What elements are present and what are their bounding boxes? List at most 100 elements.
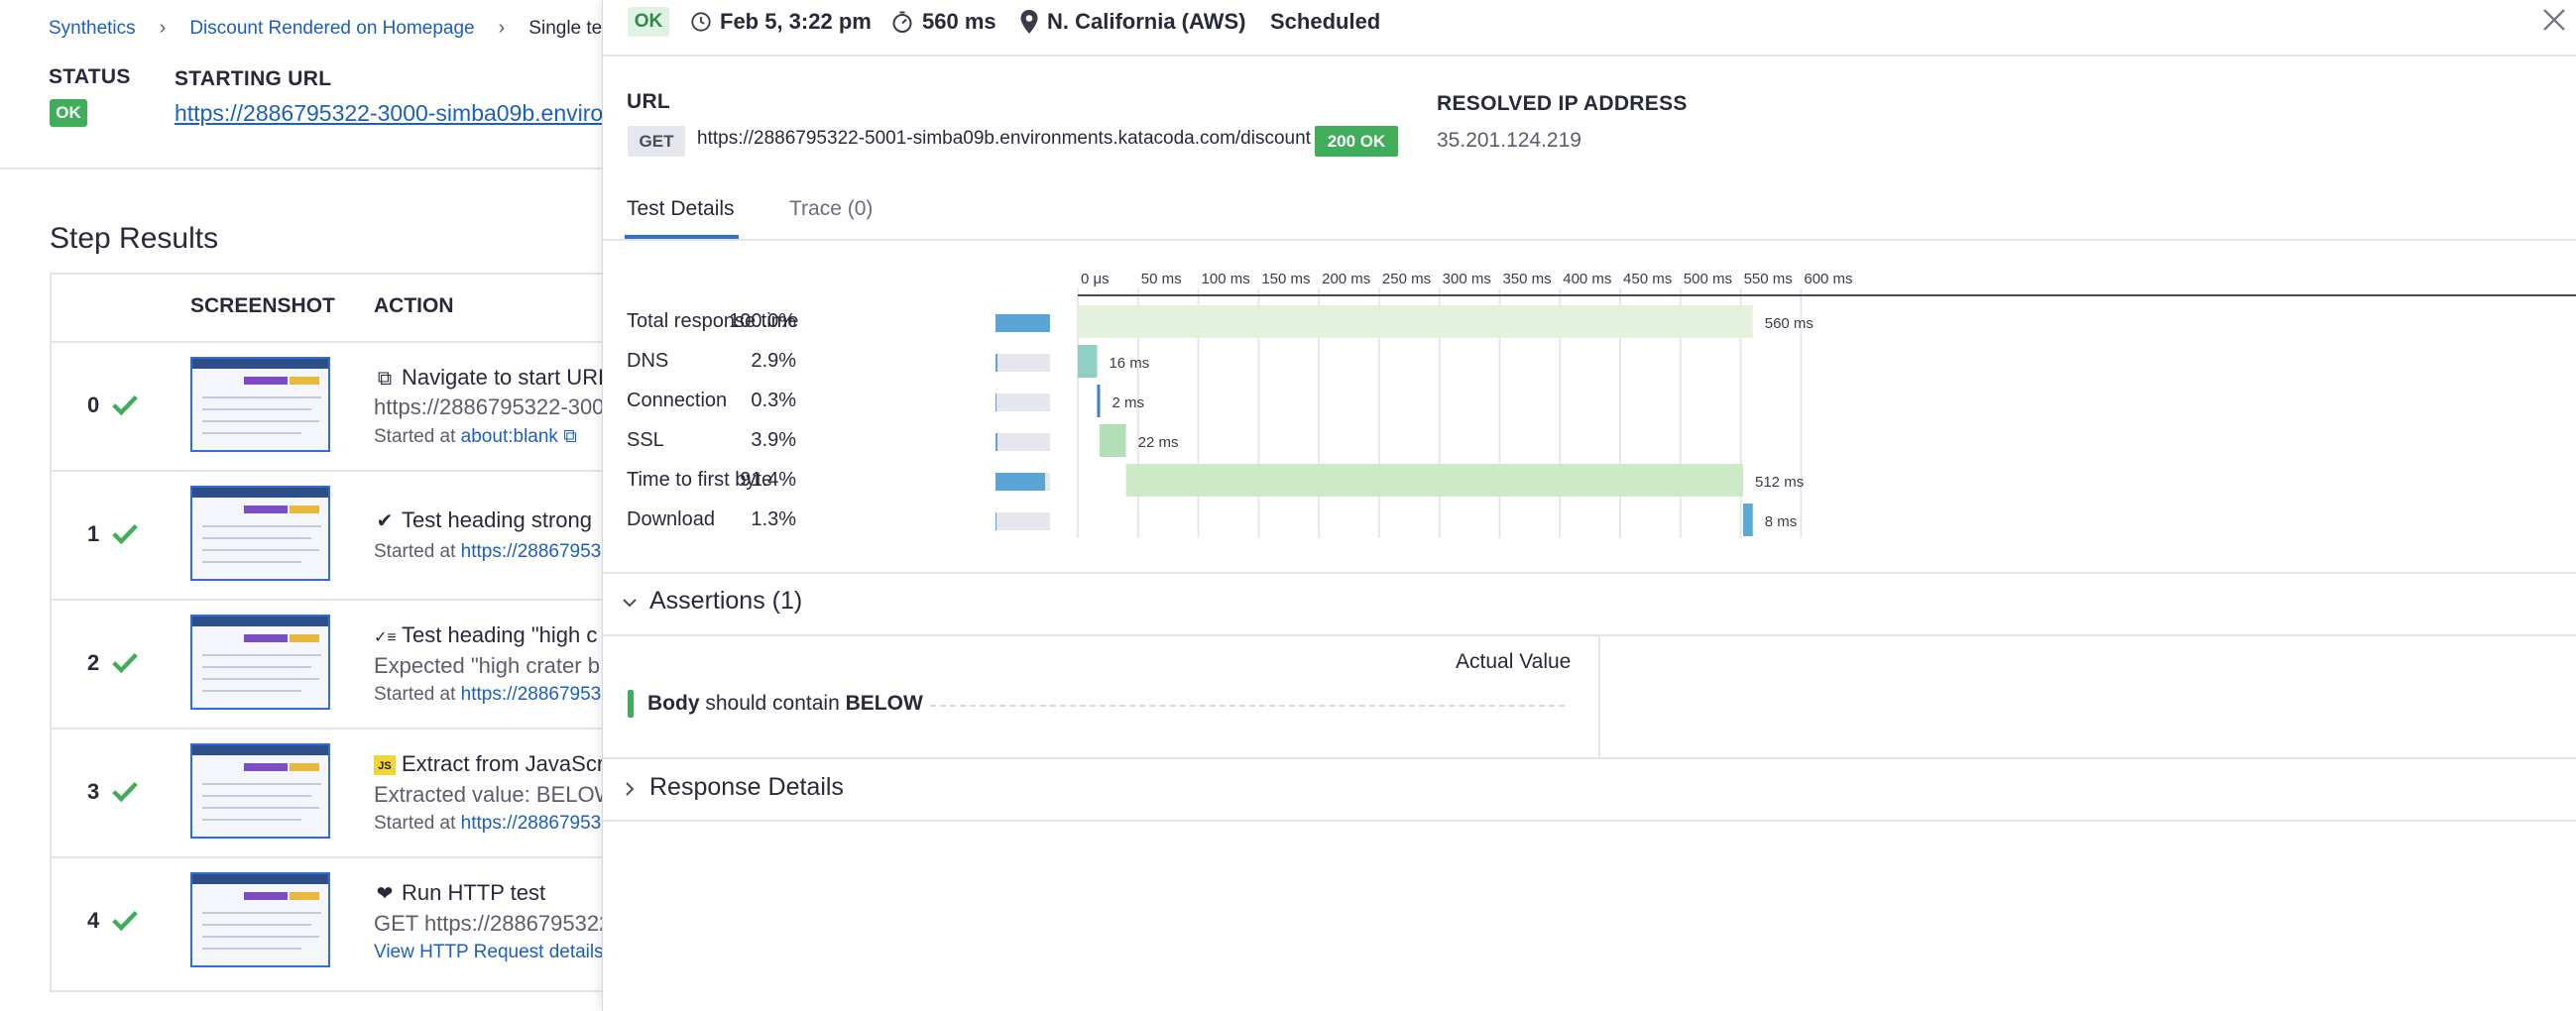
- step-screenshot[interactable]: [190, 615, 330, 710]
- timing-bar-value: 2 ms: [1112, 394, 1144, 411]
- step-number: 4: [87, 908, 100, 933]
- view-http-details-link[interactable]: View HTTP Request details: [374, 942, 604, 962]
- check-icon: [112, 394, 138, 416]
- check-icon: [112, 523, 138, 545]
- step-screenshot[interactable]: [190, 743, 330, 839]
- run-trigger: Scheduled: [1270, 9, 1381, 34]
- step-start-label: Started at: [374, 684, 456, 705]
- chevron-right-icon[interactable]: [621, 780, 639, 798]
- resolved-ip-label: RESOLVED IP ADDRESS: [1437, 92, 1688, 115]
- timing-bar-value: 22 ms: [1138, 434, 1179, 451]
- step-start-link[interactable]: https://28867953: [461, 684, 602, 705]
- location-pin-icon: [1020, 10, 1038, 34]
- axis-tick-label: 0 μs: [1081, 271, 1110, 287]
- response-details-section-title[interactable]: Response Details: [649, 773, 844, 802]
- panel-header: OK Feb 5, 3:22 pm 560 ms N. California (…: [603, 0, 2576, 56]
- axis-tick-label: 150 ms: [1261, 271, 1310, 287]
- step-screenshot[interactable]: [190, 486, 330, 581]
- timing-percentage: 2.9%: [751, 350, 796, 372]
- step-number: 0: [87, 393, 100, 417]
- assertions-section-title[interactable]: Assertions (1): [649, 587, 802, 616]
- timing-mini-bar: [995, 512, 1050, 530]
- status-label: STATUS: [49, 65, 131, 88]
- check-icon: [112, 652, 138, 674]
- row-divider: [50, 470, 625, 472]
- divider: [603, 820, 2576, 822]
- check-icon: ✔: [376, 510, 394, 532]
- divider: [603, 757, 2576, 759]
- step-screenshot[interactable]: [190, 357, 330, 452]
- tab-divider: [603, 239, 2576, 241]
- assertion-pass-indicator: [628, 690, 634, 718]
- step-start-link[interactable]: about:blank: [461, 426, 558, 447]
- timing-bar-value: 8 ms: [1765, 513, 1798, 530]
- starting-url-link[interactable]: https://2886795322-3000-simba09b.environ…: [175, 100, 635, 127]
- timing-mini-bar-fill: [995, 314, 1050, 332]
- step-action-title: Test heading strong: [402, 507, 593, 532]
- row-divider: [50, 341, 625, 343]
- step-action-title: Extract from JavaScri: [402, 751, 610, 776]
- timing-waterfall-chart: 0 μs 50 ms 100 ms 150 ms 200 ms 250 ms 300 ms 3…: [1077, 271, 2576, 538]
- status-badge: OK: [628, 7, 669, 37]
- assertion-target: BELOW: [845, 692, 923, 715]
- step-action-title: Test heading "high c: [402, 622, 598, 647]
- external-link-icon: ⧉: [377, 368, 393, 390]
- step-start-label: Started at: [374, 813, 456, 834]
- timing-bar-value: 16 ms: [1109, 355, 1149, 372]
- step-number: 2: [87, 650, 100, 675]
- timing-mini-bar: [995, 354, 1050, 372]
- timing-percentage: 1.3%: [751, 508, 796, 530]
- timing-mini-bar-fill: [995, 433, 998, 451]
- heart-pulse-icon: ❤: [376, 883, 394, 905]
- run-duration: 560 ms: [922, 9, 996, 34]
- http-step-detail-panel: OK Feb 5, 3:22 pm 560 ms N. California (…: [602, 0, 2576, 1011]
- clock-icon: [691, 12, 711, 32]
- timing-bar-value: 560 ms: [1765, 315, 1814, 332]
- breadcrumb: Synthetics › Discount Rendered on Homepa…: [49, 17, 629, 40]
- step-action-detail: https://2886795322-300: [374, 394, 605, 419]
- step-start-link[interactable]: https://28867953: [461, 541, 602, 562]
- timing-bar: [1097, 385, 1101, 417]
- chevron-down-icon[interactable]: [621, 594, 639, 612]
- timing-bar-value: 512 ms: [1755, 474, 1804, 491]
- assertion-row: Body should contain BELOW: [647, 692, 923, 716]
- step-start-label: Started at: [374, 426, 456, 447]
- step-results-title: Step Results: [50, 222, 219, 255]
- axis-tick-label: 250 ms: [1382, 271, 1431, 287]
- step-number: 1: [87, 521, 100, 546]
- assert-list-icon: ✓≡: [374, 629, 397, 646]
- step-number: 3: [87, 779, 100, 804]
- request-url: https://2886795322-5001-simba09b.environ…: [697, 128, 1311, 149]
- url-label: URL: [627, 90, 671, 113]
- step-start-label: Started at: [374, 541, 456, 562]
- timing-mini-bar: [995, 433, 1050, 451]
- tab-trace[interactable]: Trace (0): [789, 197, 873, 221]
- assertion-subject: Body: [647, 692, 700, 715]
- timing-percentage: 100.0%: [729, 310, 796, 332]
- column-header-screenshot: SCREENSHOT: [190, 294, 335, 317]
- http-method-badge: GET: [628, 126, 685, 157]
- timing-bar: [1743, 504, 1753, 536]
- axis-tick-label: 550 ms: [1744, 271, 1793, 287]
- axis-tick-label: 600 ms: [1804, 271, 1852, 287]
- external-link-icon[interactable]: ⧉: [563, 426, 577, 447]
- column-header-action: ACTION: [374, 294, 454, 317]
- timing-label: SSL: [627, 429, 664, 451]
- step-action-detail: Extracted value: BELOW: [374, 782, 616, 807]
- breadcrumb-synthetics[interactable]: Synthetics: [49, 18, 136, 40]
- timing-label: DNS: [627, 350, 669, 372]
- step-start-link[interactable]: https://28867953: [461, 813, 602, 834]
- step-action-title: Run HTTP test: [402, 880, 546, 905]
- tab-test-details[interactable]: Test Details: [627, 197, 735, 221]
- check-icon: [112, 910, 138, 932]
- timing-bar: [1125, 464, 1744, 497]
- timing-mini-bar: [995, 393, 1050, 411]
- chevron-right-icon: ›: [159, 17, 167, 39]
- breadcrumb-test[interactable]: Discount Rendered on Homepage: [189, 18, 474, 40]
- stopwatch-icon: [892, 11, 912, 33]
- step-screenshot[interactable]: [190, 872, 330, 967]
- close-icon[interactable]: [2538, 4, 2570, 36]
- timing-bar: [1078, 345, 1098, 378]
- run-location: N. California (AWS): [1047, 9, 1246, 34]
- timing-mini-bar: [995, 473, 1050, 491]
